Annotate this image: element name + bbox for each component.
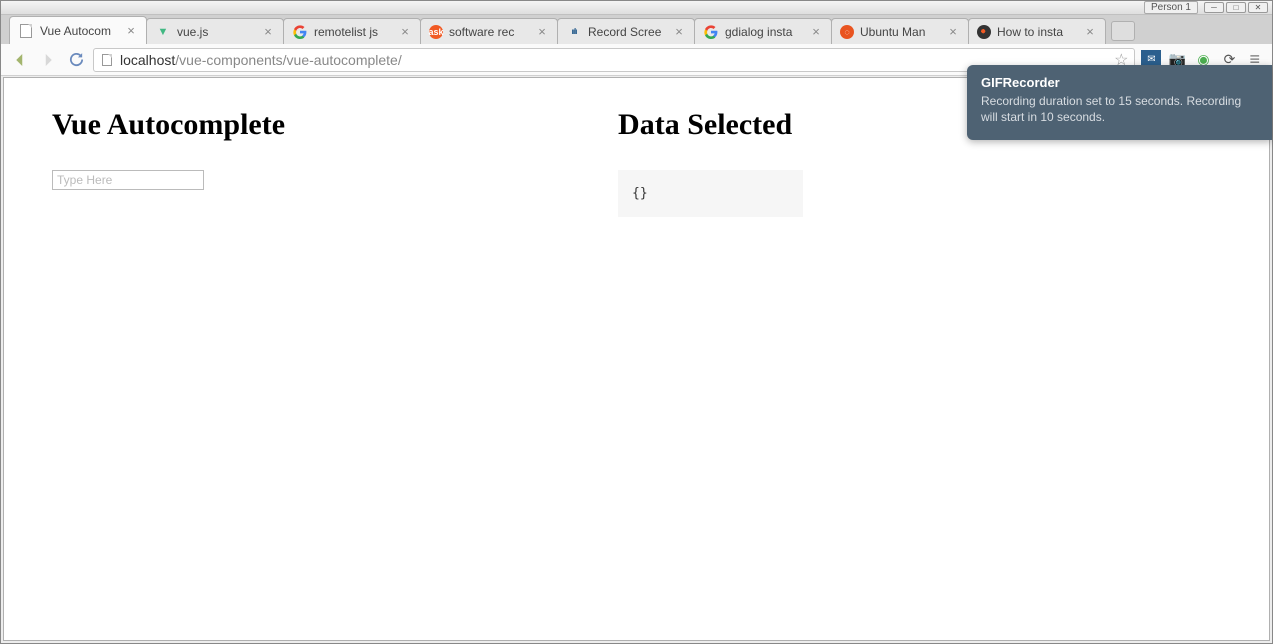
tab-gdialog[interactable]: gdialog insta ×: [694, 18, 832, 44]
left-column: Vue Autocomplete: [52, 108, 578, 217]
tab-title: remotelist js: [314, 25, 396, 39]
tab-title: Vue Autocom: [40, 24, 122, 38]
autocomplete-heading: Vue Autocomplete: [52, 108, 578, 142]
data-selected-output: {}: [618, 170, 803, 217]
close-tab-icon[interactable]: ×: [946, 25, 960, 39]
tab-vue-autocomplete[interactable]: Vue Autocom ×: [9, 16, 147, 44]
tab-how-to-install[interactable]: How to insta ×: [968, 18, 1106, 44]
close-tab-icon[interactable]: ×: [261, 25, 275, 39]
tab-software-rec[interactable]: ask software rec ×: [420, 18, 558, 44]
back-button[interactable]: [9, 49, 31, 71]
maximize-button[interactable]: □: [1226, 2, 1246, 13]
tab-title: gdialog insta: [725, 25, 807, 39]
tab-record-screen[interactable]: ıılı Record Scree ×: [557, 18, 695, 44]
tab-title: Record Scree: [588, 25, 670, 39]
askubuntu-icon: ask: [429, 25, 443, 39]
profile-badge[interactable]: Person 1: [1144, 1, 1198, 14]
close-tab-icon[interactable]: ×: [398, 25, 412, 39]
browser-window: Person 1 ─ □ ✕ Vue Autocom × ▼ vue.js × …: [0, 0, 1273, 644]
page-icon: [18, 23, 34, 39]
autocomplete-input[interactable]: [52, 170, 204, 190]
recorder-icon: ıılı: [566, 24, 582, 40]
close-tab-icon[interactable]: ×: [672, 25, 686, 39]
notification-title: GIFRecorder: [981, 75, 1258, 90]
close-tab-icon[interactable]: ×: [1083, 25, 1097, 39]
vue-icon: ▼: [155, 24, 171, 40]
reload-button[interactable]: [65, 49, 87, 71]
url-path: /vue-components/vue-autocomplete/: [175, 52, 401, 68]
tab-strip: Vue Autocom × ▼ vue.js × remotelist js ×…: [1, 15, 1272, 44]
notification-body: Recording duration set to 15 seconds. Re…: [981, 93, 1258, 125]
close-tab-icon[interactable]: ×: [124, 24, 138, 38]
ubuntu-icon: ◌: [840, 25, 854, 39]
close-tab-icon[interactable]: ×: [535, 25, 549, 39]
window-titlebar: Person 1 ─ □ ✕: [1, 1, 1272, 15]
url-host: localhost: [120, 52, 175, 68]
page-content: Vue Autocomplete Data Selected {}: [3, 77, 1270, 641]
tab-title: Ubuntu Man: [860, 25, 944, 39]
forward-button[interactable]: [37, 49, 59, 71]
minimize-button[interactable]: ─: [1204, 2, 1224, 13]
tab-ubuntu-man[interactable]: ◌ Ubuntu Man ×: [831, 18, 969, 44]
site-icon: [977, 25, 991, 39]
tab-remotelist[interactable]: remotelist js ×: [283, 18, 421, 44]
google-icon: [703, 24, 719, 40]
close-window-button[interactable]: ✕: [1248, 2, 1268, 13]
window-controls: ─ □ ✕: [1204, 2, 1268, 13]
google-icon: [292, 24, 308, 40]
tab-vuejs[interactable]: ▼ vue.js ×: [146, 18, 284, 44]
close-tab-icon[interactable]: ×: [809, 25, 823, 39]
system-notification[interactable]: GIFRecorder Recording duration set to 15…: [967, 65, 1272, 140]
tab-title: How to insta: [997, 25, 1081, 39]
tab-title: vue.js: [177, 25, 259, 39]
tab-title: software rec: [449, 25, 533, 39]
site-info-icon[interactable]: [100, 53, 114, 67]
new-tab-button[interactable]: [1111, 21, 1135, 41]
